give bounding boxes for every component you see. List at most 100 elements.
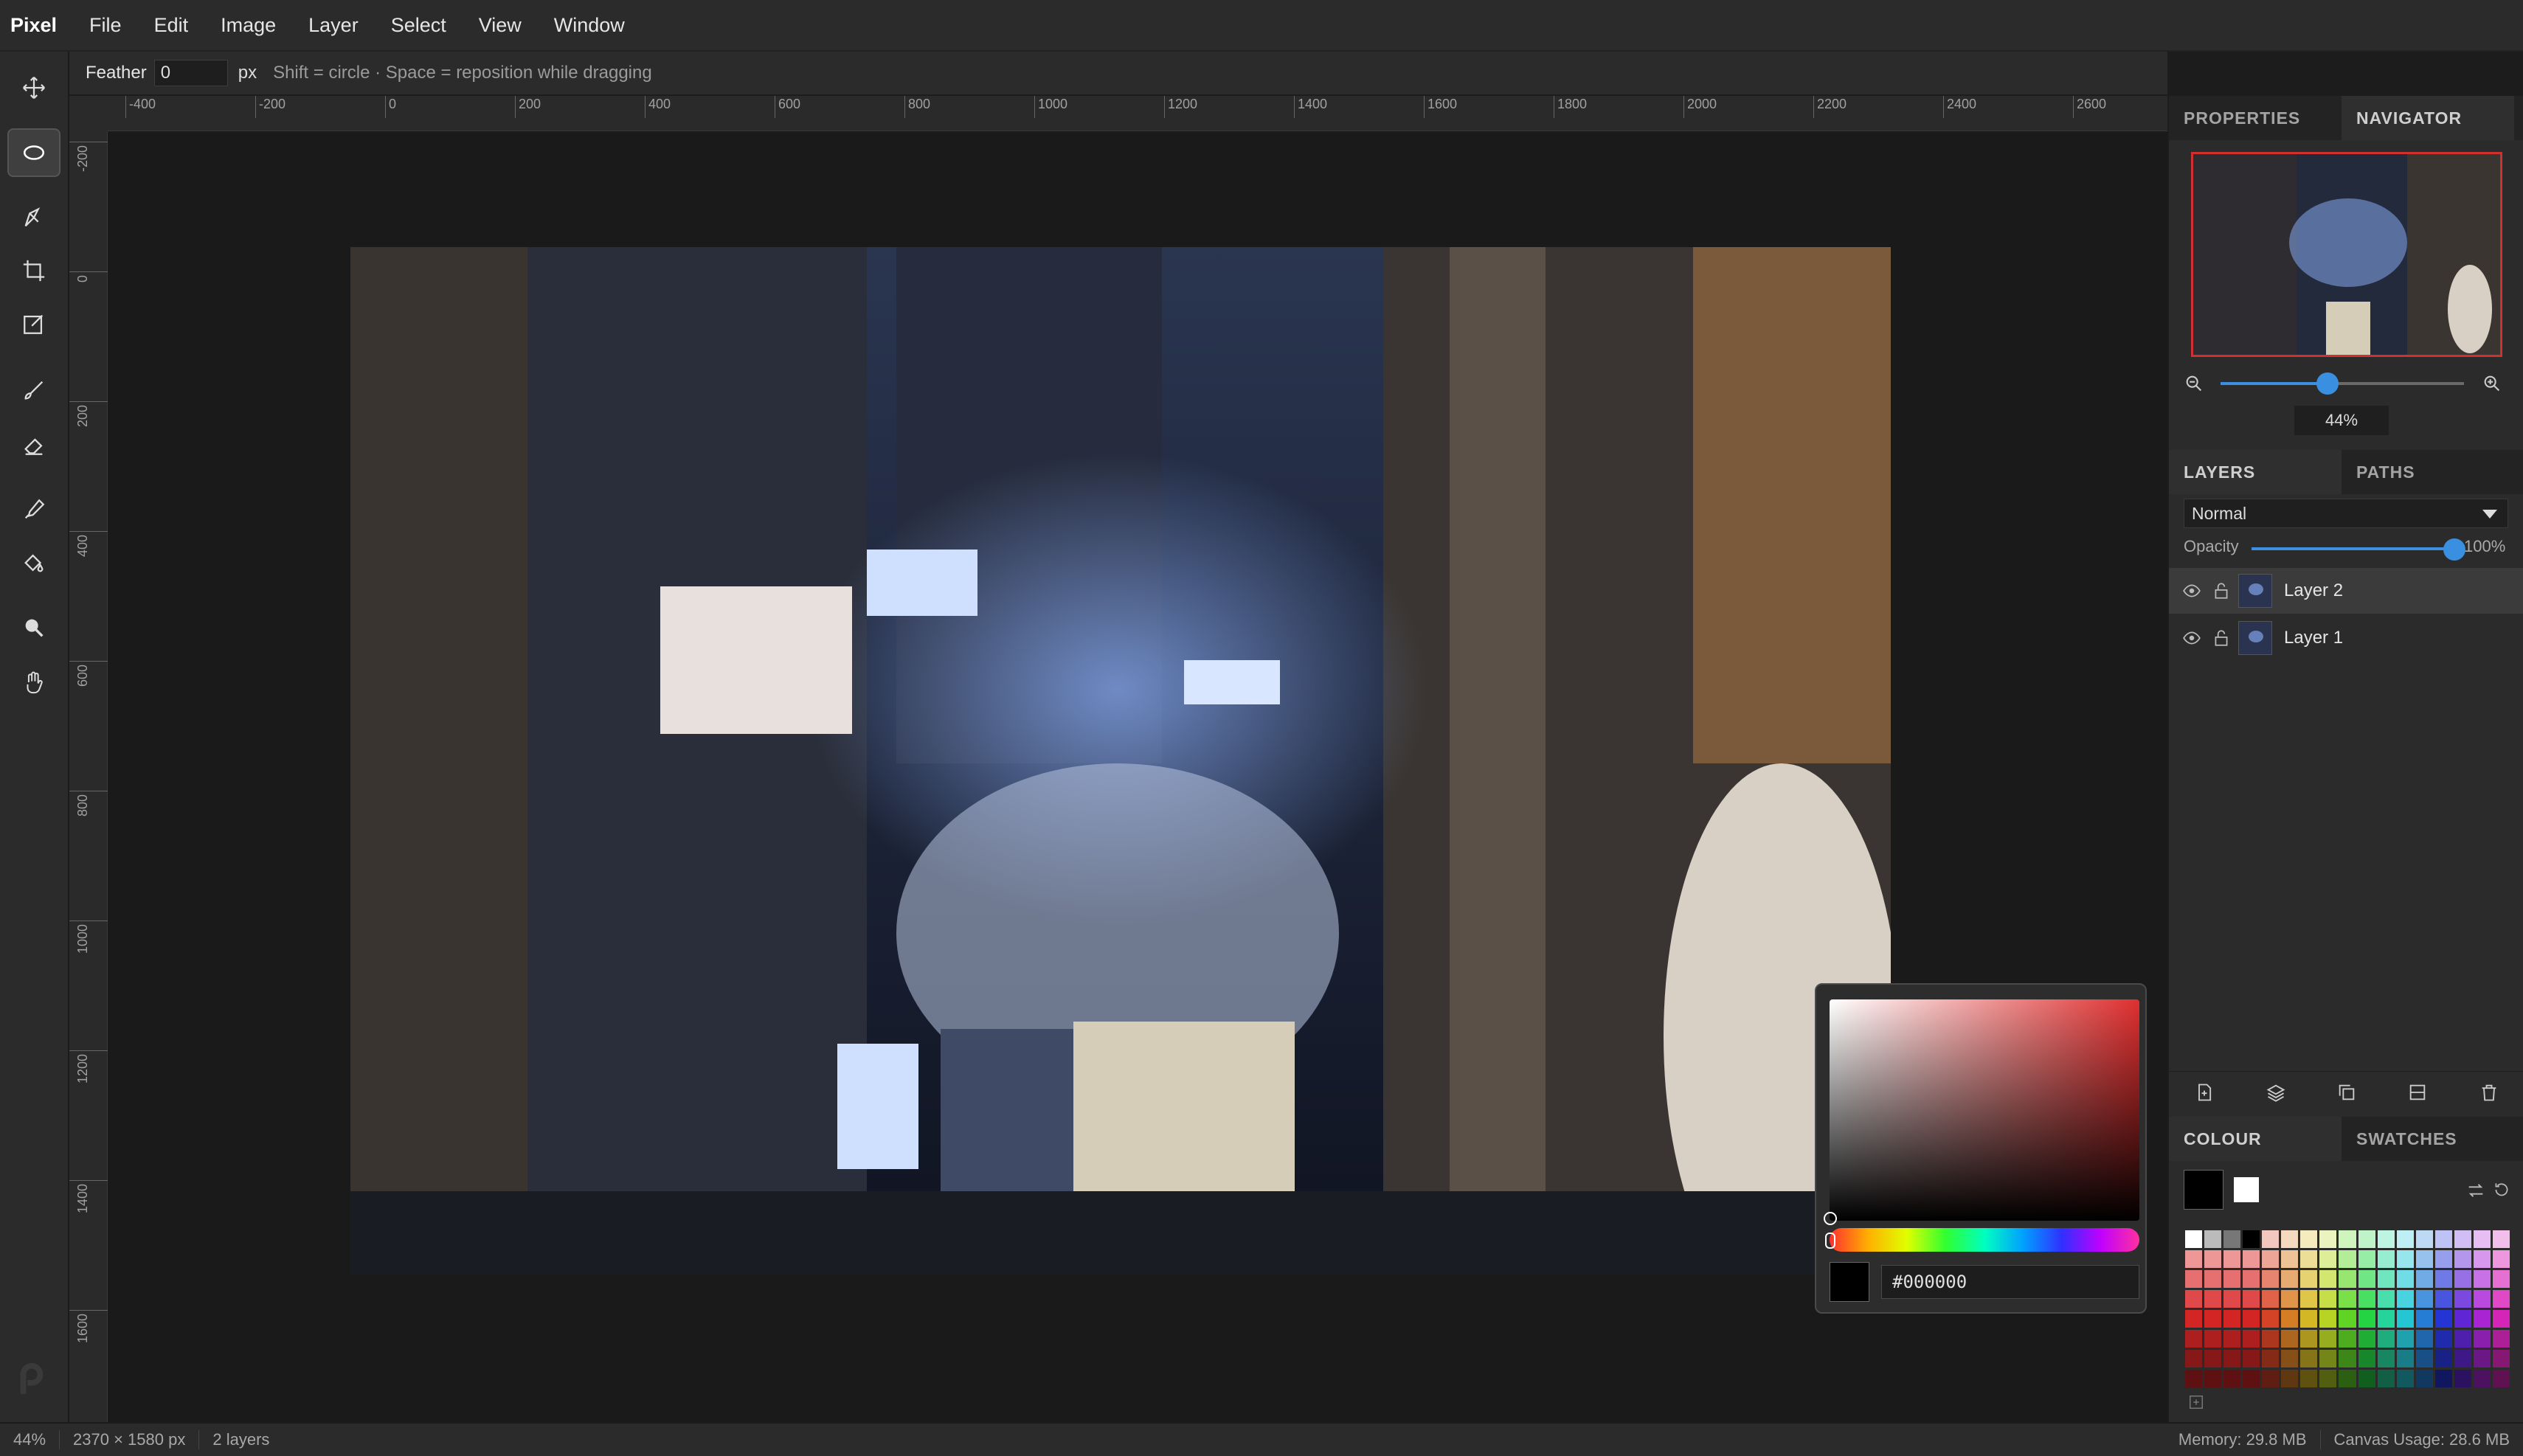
palette-swatch[interactable] (2223, 1230, 2241, 1248)
hand-tool[interactable] (7, 658, 60, 707)
palette-swatch[interactable] (2473, 1330, 2491, 1348)
palette-swatch[interactable] (2185, 1350, 2203, 1367)
palette-swatch[interactable] (2434, 1270, 2452, 1288)
tab-colour[interactable]: COLOUR (2169, 1117, 2342, 1161)
palette-swatch[interactable] (2415, 1370, 2433, 1387)
swap-colors-icon[interactable] (2465, 1180, 2486, 1201)
palette-swatch[interactable] (2434, 1230, 2452, 1248)
palette-swatch[interactable] (2223, 1270, 2241, 1288)
eyedropper-tool[interactable] (7, 485, 60, 534)
palette-swatch[interactable] (2223, 1370, 2241, 1387)
palette-swatch[interactable] (2281, 1330, 2299, 1348)
palette-swatch[interactable] (2434, 1310, 2452, 1328)
lock-icon[interactable] (2212, 628, 2231, 648)
reset-colors-icon[interactable] (2492, 1180, 2511, 1199)
saturation-value-area[interactable] (1830, 999, 2139, 1221)
palette-swatch[interactable] (2377, 1330, 2395, 1348)
palette-swatch[interactable] (2396, 1370, 2414, 1387)
palette-swatch[interactable] (2185, 1250, 2203, 1268)
tab-paths[interactable]: PATHS (2342, 450, 2514, 494)
zoom-percent-field[interactable]: 44% (2294, 406, 2389, 435)
palette-swatch[interactable] (2415, 1230, 2433, 1248)
palette-swatch[interactable] (2185, 1370, 2203, 1387)
ellipse-select-tool[interactable] (7, 128, 60, 177)
palette-swatch[interactable] (2492, 1330, 2510, 1348)
palette-swatch[interactable] (2319, 1370, 2337, 1387)
tab-layers[interactable]: LAYERS (2169, 450, 2342, 494)
menu-edit[interactable]: Edit (154, 14, 189, 37)
palette-swatch[interactable] (2434, 1250, 2452, 1268)
palette-swatch[interactable] (2377, 1250, 2395, 1268)
palette-swatch[interactable] (2339, 1270, 2356, 1288)
foreground-color-swatch[interactable] (2184, 1170, 2223, 1210)
palette-swatch[interactable] (2223, 1350, 2241, 1367)
palette-swatch[interactable] (2204, 1330, 2222, 1348)
palette-swatch[interactable] (2223, 1310, 2241, 1328)
palette-swatch[interactable] (2262, 1370, 2280, 1387)
palette-swatch[interactable] (2358, 1230, 2375, 1248)
move-tool[interactable] (7, 63, 60, 112)
palette-swatch[interactable] (2454, 1290, 2471, 1308)
palette-swatch[interactable] (2492, 1250, 2510, 1268)
palette-swatch[interactable] (2243, 1350, 2260, 1367)
saturation-knob[interactable] (1824, 1212, 1837, 1225)
palette-swatch[interactable] (2358, 1370, 2375, 1387)
palette-swatch[interactable] (2339, 1350, 2356, 1367)
lock-icon[interactable] (2212, 581, 2231, 600)
palette-swatch[interactable] (2262, 1350, 2280, 1367)
palette-swatch[interactable] (2473, 1250, 2491, 1268)
palette-swatch[interactable] (2396, 1310, 2414, 1328)
zoom-in-icon[interactable] (2482, 373, 2502, 394)
palette-swatch[interactable] (2415, 1290, 2433, 1308)
navigator-thumbnail[interactable] (2191, 152, 2502, 357)
palette-swatch[interactable] (2415, 1270, 2433, 1288)
zoom-slider-knob[interactable] (2316, 372, 2339, 395)
merge-icon[interactable] (2407, 1082, 2428, 1103)
palette-swatch[interactable] (2262, 1290, 2280, 1308)
palette-swatch[interactable] (2204, 1310, 2222, 1328)
palette-swatch[interactable] (2454, 1370, 2471, 1387)
zoom-slider[interactable] (2221, 372, 2464, 395)
layers-stack-icon[interactable] (2266, 1082, 2286, 1103)
palette-swatch[interactable] (2300, 1250, 2318, 1268)
palette-swatch[interactable] (2492, 1230, 2510, 1248)
palette-swatch[interactable] (2377, 1350, 2395, 1367)
hex-input[interactable]: #000000 (1881, 1265, 2139, 1299)
palette-swatch[interactable] (2492, 1290, 2510, 1308)
palette-swatch[interactable] (2185, 1290, 2203, 1308)
layer-row[interactable]: Layer 1 (2169, 615, 2523, 661)
palette-swatch[interactable] (2473, 1230, 2491, 1248)
palette-swatch[interactable] (2300, 1370, 2318, 1387)
palette-swatch[interactable] (2243, 1230, 2260, 1248)
transform-tool[interactable] (7, 299, 60, 348)
eraser-tool[interactable] (7, 420, 60, 469)
palette-swatch[interactable] (2319, 1350, 2337, 1367)
palette-swatch[interactable] (2358, 1330, 2375, 1348)
palette-swatch[interactable] (2339, 1310, 2356, 1328)
palette-swatch[interactable] (2319, 1290, 2337, 1308)
hue-knob[interactable] (1825, 1233, 1835, 1249)
palette-swatch[interactable] (2396, 1230, 2414, 1248)
palette-swatch[interactable] (2243, 1310, 2260, 1328)
palette-swatch[interactable] (2454, 1310, 2471, 1328)
crop-tool[interactable] (7, 246, 60, 295)
palette-swatch[interactable] (2415, 1330, 2433, 1348)
palette-swatch[interactable] (2492, 1270, 2510, 1288)
menu-view[interactable]: View (479, 14, 522, 37)
palette-swatch[interactable] (2281, 1290, 2299, 1308)
palette-swatch[interactable] (2300, 1350, 2318, 1367)
palette-swatch[interactable] (2434, 1290, 2452, 1308)
palette-swatch[interactable] (2473, 1270, 2491, 1288)
palette-swatch[interactable] (2281, 1310, 2299, 1328)
palette-swatch[interactable] (2262, 1310, 2280, 1328)
palette-swatch[interactable] (2185, 1330, 2203, 1348)
palette-swatch[interactable] (2454, 1250, 2471, 1268)
palette-swatch[interactable] (2281, 1270, 2299, 1288)
palette-swatch[interactable] (2300, 1290, 2318, 1308)
palette-swatch[interactable] (2339, 1230, 2356, 1248)
palette-swatch[interactable] (2300, 1270, 2318, 1288)
palette-swatch[interactable] (2243, 1370, 2260, 1387)
palette-swatch[interactable] (2454, 1330, 2471, 1348)
menu-image[interactable]: Image (221, 14, 276, 37)
palette-swatch[interactable] (2434, 1330, 2452, 1348)
